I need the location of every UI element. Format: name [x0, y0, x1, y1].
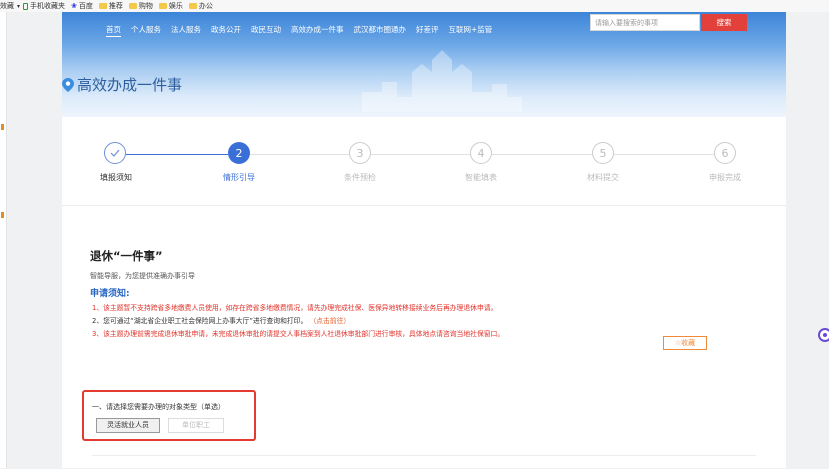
- bookmark-item[interactable]: 购物: [128, 1, 153, 11]
- bookmark-item[interactable]: 娱乐: [158, 1, 183, 11]
- option-flexible-employment[interactable]: 灵活就业人员: [96, 418, 160, 433]
- folder-icon: [128, 3, 137, 9]
- nav-item-rating[interactable]: 好差评: [416, 24, 439, 37]
- step-1-label: 填报须知: [100, 173, 132, 182]
- step-3-label: 条件预检: [344, 173, 376, 182]
- step-6-circle: 6: [714, 142, 736, 164]
- section-title: 退休“一件事”: [90, 249, 163, 263]
- step-5-circle: 5: [592, 142, 614, 164]
- step-connector: [371, 154, 470, 155]
- search-input[interactable]: 请输入要搜索的事项: [590, 14, 700, 31]
- step-3-circle: 3: [349, 142, 371, 164]
- nav-item-legal[interactable]: 法人服务: [171, 24, 201, 37]
- bookmark-item[interactable]: ❀ 百度: [71, 1, 93, 11]
- page-title: 高效办成一件事: [62, 74, 182, 95]
- notice-item-1: 1、该主题暂不支持跨省多地缴费人员使用，如存在跨省多地缴费情况，请先办理完成社保…: [92, 304, 498, 312]
- selector-label: 一、请选择您需要办理的对象类型（单选）: [92, 403, 225, 411]
- nav-item-one-thing[interactable]: 高效办成一件事: [291, 24, 344, 37]
- step-2-label: 情形引导: [223, 173, 255, 182]
- nav-item-home[interactable]: 首页: [106, 24, 121, 37]
- go-link[interactable]: （点击前往）: [309, 317, 350, 325]
- nav-item-personal[interactable]: 个人服务: [131, 24, 161, 37]
- chevron-down-icon[interactable]: ▾: [17, 3, 20, 10]
- folder-icon: [188, 3, 197, 9]
- nav-item-wuhan[interactable]: 武汉都市圈通办: [354, 24, 407, 37]
- main-nav: 首页 个人服务 法人服务 政务公开 政民互动 高效办成一件事 武汉都市圈通办 好…: [106, 24, 502, 37]
- nav-item-interaction[interactable]: 政民互动: [251, 24, 281, 37]
- notice-item-2: 2、您可通过“湖北省企业职工社会保险网上办事大厅”进行查询和打印。 （点击前往）: [92, 317, 351, 325]
- site-header: 首页 个人服务 法人服务 政务公开 政民互动 高效办成一件事 武汉都市圈通办 好…: [62, 12, 786, 117]
- step-connector: [250, 154, 349, 155]
- location-pin-icon: [62, 77, 74, 92]
- side-panel-marker: [1, 212, 4, 218]
- search-button[interactable]: 搜索: [701, 14, 747, 31]
- step-4-label: 智能填表: [465, 173, 497, 182]
- paw-icon: ❀: [71, 2, 77, 10]
- step-4-circle: 4: [470, 142, 492, 164]
- step-5-label: 材料提交: [587, 173, 619, 182]
- browser-side-panel: [0, 12, 7, 468]
- step-connector: [126, 154, 228, 155]
- step-6-label: 申报完成: [709, 173, 741, 182]
- step-1-circle: [104, 142, 126, 164]
- notice-item-3: 3、该主题办理前需完成退休审批申请，未完成退休审批的请提交人事档案到人社退休审批…: [92, 330, 505, 338]
- bookmarks-lead: 效藏: [0, 2, 14, 10]
- notice-heading: 申请须知:: [90, 289, 130, 299]
- folder-icon: [98, 3, 107, 9]
- step-connector: [614, 154, 714, 155]
- step-connector: [492, 154, 592, 155]
- nav-item-public[interactable]: 政务公开: [211, 24, 241, 37]
- favorite-button[interactable]: ☆收藏: [663, 336, 707, 350]
- step-2-circle: 2: [228, 142, 250, 164]
- nav-item-supervision[interactable]: 互联网+监管: [449, 24, 493, 37]
- phone-icon: [23, 2, 29, 10]
- side-panel-marker: [1, 124, 4, 130]
- divider: [92, 455, 756, 456]
- option-unit-employee[interactable]: 单位职工: [168, 418, 224, 433]
- folder-icon: [158, 3, 167, 9]
- checkmark-icon: [110, 149, 120, 157]
- object-type-selector: 一、请选择您需要办理的对象类型（单选） 灵活就业人员 单位职工: [82, 390, 256, 441]
- assistant-float-icon[interactable]: [818, 328, 829, 342]
- bookmark-item[interactable]: 办公: [188, 1, 213, 11]
- guide-text: 智能导服，为您提供准确办事引导: [90, 272, 195, 280]
- city-skyline-graphic: [362, 50, 522, 112]
- bookmark-item[interactable]: 手机收藏夹: [23, 1, 65, 11]
- bookmarks-bar: 效藏 ▾ 手机收藏夹 ❀ 百度 推荐 购物 娱乐 办公: [0, 0, 829, 12]
- bookmark-item[interactable]: 推荐: [98, 1, 123, 11]
